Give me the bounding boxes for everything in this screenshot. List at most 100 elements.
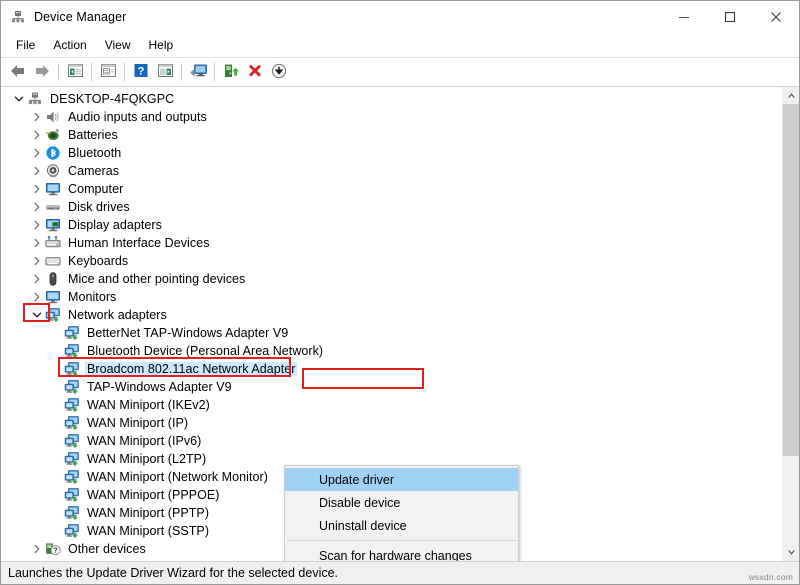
tree-item-label-wrap: Display adapters [61,218,164,232]
minimize-button[interactable] [661,1,707,33]
down-arrow-circle-icon [271,63,287,82]
scroll-up-button[interactable] [783,87,799,104]
maximize-button[interactable] [707,1,753,33]
chevron-right-icon[interactable] [29,145,45,161]
tree-item[interactable]: Mice and other pointing devices [1,270,781,288]
tree-item-label: Human Interface Devices [66,236,212,250]
tree-item-label-wrap: Broadcom 802.11ac Network Adapter [80,362,297,376]
tree-item-label-wrap: Computer [61,182,125,196]
context-menu-separator [287,540,516,541]
chevron-right-icon[interactable] [29,127,45,143]
update-driver-button[interactable] [219,60,243,84]
tree-item[interactable]: WAN Miniport (IKEv2) [1,396,781,414]
tree-item-label: WAN Miniport (IPv6) [85,434,203,448]
network-adapter-icon [64,397,80,413]
chevron-right-icon[interactable] [29,217,45,233]
disable-device-button[interactable] [267,60,291,84]
chevron-right-icon[interactable] [29,199,45,215]
chevron-right-icon[interactable] [29,541,45,557]
context-menu-item[interactable]: Uninstall device [285,514,518,537]
action-pane-icon [157,63,174,81]
display-adapter-icon [45,217,61,233]
properties-window-icon [100,63,117,81]
menu-view[interactable]: View [96,35,140,55]
chevron-right-icon[interactable] [29,271,45,287]
disk-drive-icon [45,199,61,215]
tree-item[interactable]: Human Interface Devices [1,234,781,252]
tree-item-label: Broadcom 802.11ac Network Adapter [85,362,297,376]
tree-item-label: Audio inputs and outputs [66,110,209,124]
status-bar: Launches the Update Driver Wizard for th… [1,562,799,584]
tree-item-label-wrap: WAN Miniport (IP) [80,416,190,430]
tree-item[interactable]: WAN Miniport (IP) [1,414,781,432]
tree-item[interactable]: Bluetooth Device (Personal Area Network) [1,342,781,360]
bluetooth-icon [45,145,61,161]
tree-item[interactable]: WAN Miniport (IPv6) [1,432,781,450]
tree-item[interactable]: Computer [1,180,781,198]
red-x-icon [247,63,263,82]
tree-item-label-wrap: Bluetooth Device (Personal Area Network) [80,344,325,358]
tree-item-label-wrap: TAP-Windows Adapter V9 [80,380,234,394]
close-button[interactable] [753,1,799,33]
context-menu-item[interactable]: Update driver [285,468,518,491]
tree-item-label-wrap: Cameras [61,164,121,178]
mouse-icon [45,271,61,287]
toolbar: ? [1,57,799,87]
chevron-right-icon[interactable] [29,163,45,179]
network-adapter-icon [64,469,80,485]
toolbar-separator-4 [181,63,182,81]
tree-item[interactable]: Audio inputs and outputs [1,108,781,126]
show-hide-action-pane-button[interactable] [153,60,177,84]
tree-item[interactable]: Keyboards [1,252,781,270]
tree-item[interactable]: Broadcom 802.11ac Network Adapter [1,360,781,378]
menu-bar: File Action View Help [1,33,799,57]
chevron-right-icon[interactable] [29,253,45,269]
chevron-right-icon[interactable] [29,235,45,251]
scan-hardware-changes-button[interactable] [186,60,210,84]
menu-file[interactable]: File [7,35,44,55]
tree-item[interactable]: Network adapters [1,306,781,324]
context-menu-item[interactable]: Disable device [285,491,518,514]
tree-item[interactable]: Display adapters [1,216,781,234]
scroll-down-button[interactable] [783,544,799,561]
context-menu-item[interactable]: Scan for hardware changes [285,544,518,562]
tree-item-label: Monitors [66,290,118,304]
tree-item[interactable]: Cameras [1,162,781,180]
tree-item[interactable]: TAP-Windows Adapter V9 [1,378,781,396]
tree-item[interactable]: Disk drives [1,198,781,216]
scrollbar-thumb[interactable] [783,104,799,456]
menu-help[interactable]: Help [140,35,183,55]
chevron-down-icon[interactable] [11,91,27,107]
svg-text:?: ? [53,546,58,555]
tree-item-label-wrap: WAN Miniport (PPPOE) [80,488,222,502]
back-button[interactable] [6,60,30,84]
device-tree-panel: DESKTOP-4FQKGPC Audio inputs and outputs B… [1,87,799,562]
chevron-right-icon[interactable] [29,181,45,197]
chevron-down-icon[interactable] [29,307,45,323]
network-adapter-icon [64,325,80,341]
chevron-right-icon[interactable] [29,289,45,305]
network-adapter-icon [64,451,80,467]
help-button[interactable]: ? [129,60,153,84]
vertical-scrollbar[interactable] [782,87,799,561]
show-hide-console-tree-button[interactable] [63,60,87,84]
network-adapter-icon [64,505,80,521]
tree-item-label: Computer [66,182,125,196]
menu-action[interactable]: Action [44,35,95,55]
tree-item-label-wrap: Batteries [61,128,120,142]
tree-item[interactable]: BetterNet TAP-Windows Adapter V9 [1,324,781,342]
tree-item[interactable]: Bluetooth [1,144,781,162]
uninstall-device-button[interactable] [243,60,267,84]
context-menu[interactable]: Update driverDisable deviceUninstall dev… [284,465,519,562]
network-adapter-icon [64,523,80,539]
properties-button[interactable] [96,60,120,84]
tree-item[interactable]: DESKTOP-4FQKGPC [1,90,781,108]
tree-item-label-wrap: Audio inputs and outputs [61,110,209,124]
chevron-right-icon[interactable] [29,109,45,125]
tree-item[interactable]: Monitors [1,288,781,306]
tree-item[interactable]: Batteries [1,126,781,144]
computer-root-icon [27,91,43,107]
toolbar-separator-5 [214,63,215,81]
tree-item-label: DESKTOP-4FQKGPC [48,92,176,106]
forward-button[interactable] [30,60,54,84]
